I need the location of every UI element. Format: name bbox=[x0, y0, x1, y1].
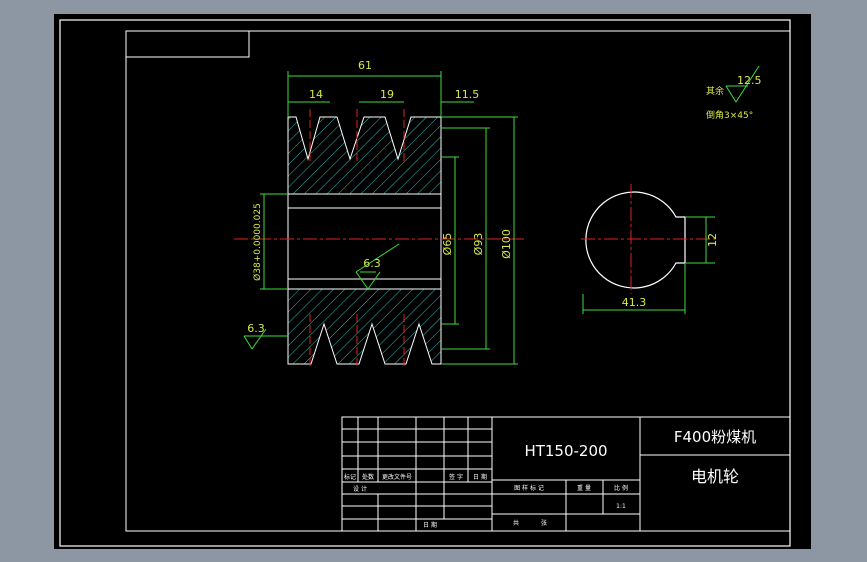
label-sheet: 张 bbox=[541, 519, 547, 527]
dim-overall-width: 61 bbox=[358, 59, 372, 72]
cad-viewport[interactable]: 61 14 19 11.5 Ø65 Ø93 Ø100 Ø38+0.0000.02… bbox=[54, 14, 811, 549]
title-block-labels: 标记 处数 更改文件号 签 字 日 期 设 计 图 样 标 记 重 量 比 例 … bbox=[344, 473, 628, 529]
label-date: 日 期 bbox=[473, 473, 487, 481]
label-design: 设 计 bbox=[353, 485, 367, 493]
dim-groove-top-width: 14 bbox=[309, 88, 323, 101]
label-sheets: 共 bbox=[513, 519, 519, 527]
keyway-view bbox=[581, 184, 715, 314]
dim-roughness-bore: 6.3 bbox=[363, 257, 381, 270]
label-weight: 重 量 bbox=[577, 484, 591, 492]
dim-groove-pitch: 19 bbox=[380, 88, 394, 101]
project-name: F400粉煤机 bbox=[674, 428, 756, 446]
label-mark: 标记 bbox=[344, 473, 356, 481]
note-rest-label: 其余 bbox=[706, 85, 724, 97]
dim-outer-diameter: Ø100 bbox=[500, 229, 513, 259]
note-rest-roughness: 12.5 bbox=[737, 74, 762, 87]
note-chamfer-label: 倒角 bbox=[706, 109, 724, 121]
material-text: HT150-200 bbox=[524, 442, 607, 460]
outer-frame bbox=[59, 19, 791, 547]
part-name: 电机轮 bbox=[691, 467, 739, 486]
label-date2: 日 期 bbox=[423, 521, 437, 529]
dim-edge-offset: 11.5 bbox=[455, 88, 480, 101]
dim-hub-diameter: Ø65 bbox=[441, 233, 454, 256]
dim-pitch-diameter: Ø93 bbox=[472, 233, 485, 256]
label-count: 处数 bbox=[362, 473, 374, 481]
note-chamfer-value: 3×45° bbox=[724, 111, 753, 121]
dim-roughness-face: 6.3 bbox=[247, 322, 265, 335]
label-stage-mark: 图 样 标 记 bbox=[514, 484, 544, 492]
dim-keyway-depth: 41.3 bbox=[622, 296, 647, 309]
label-ratio: 比 例 bbox=[614, 484, 628, 492]
label-change-doc: 更改文件号 bbox=[382, 473, 412, 481]
drawing-canvas: 61 14 19 11.5 Ø65 Ø93 Ø100 Ø38+0.0000.02… bbox=[59, 19, 791, 547]
dim-keyway-width: 12 bbox=[706, 233, 719, 247]
label-sign: 签 字 bbox=[449, 473, 463, 481]
corner-box bbox=[125, 30, 250, 58]
scale-value: 1:1 bbox=[616, 503, 626, 510]
dim-bore-diameter: Ø38+0.0000.025 bbox=[252, 203, 263, 281]
